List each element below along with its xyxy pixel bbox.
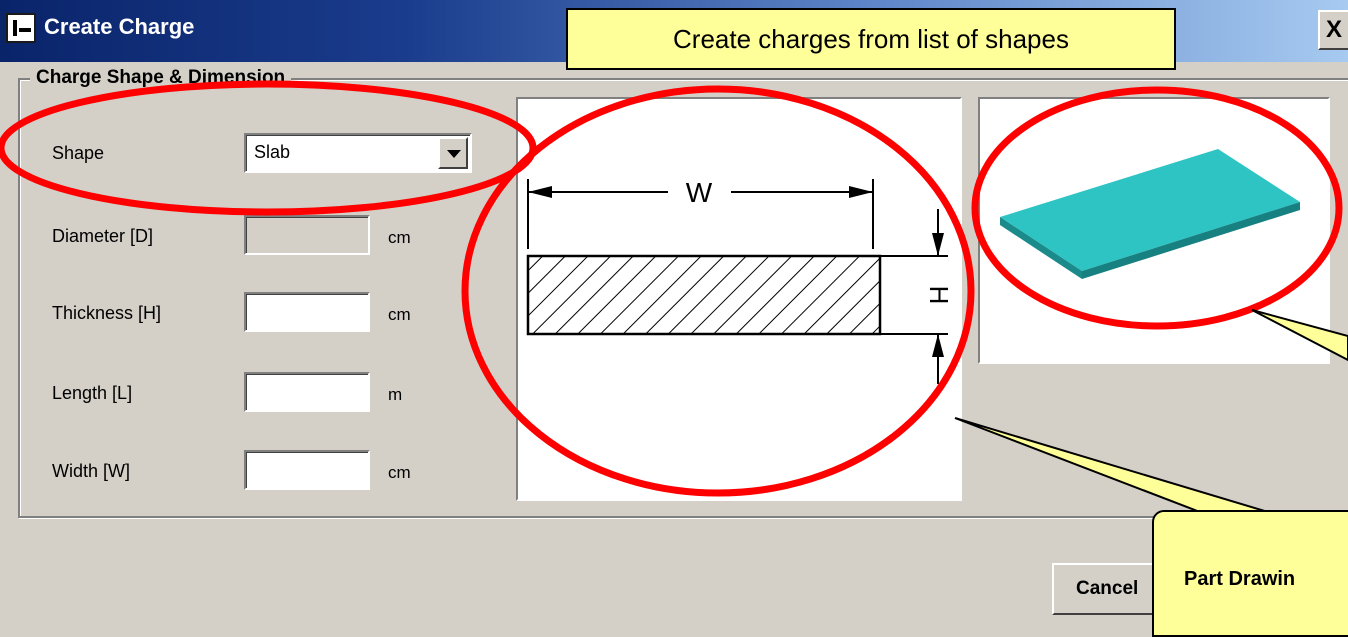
top-callout: Create charges from list of shapes bbox=[566, 8, 1176, 70]
callout-pointer-preview bbox=[1251, 309, 1348, 362]
drawing-highlight-ellipse bbox=[461, 85, 975, 497]
preview-highlight-ellipse bbox=[971, 86, 1343, 330]
shape-highlight-ellipse bbox=[0, 80, 537, 216]
bottom-callout: Part Drawin bbox=[1152, 510, 1348, 637]
annotation-overlay bbox=[0, 80, 1348, 513]
callout-pointer-drawing bbox=[954, 417, 1269, 513]
